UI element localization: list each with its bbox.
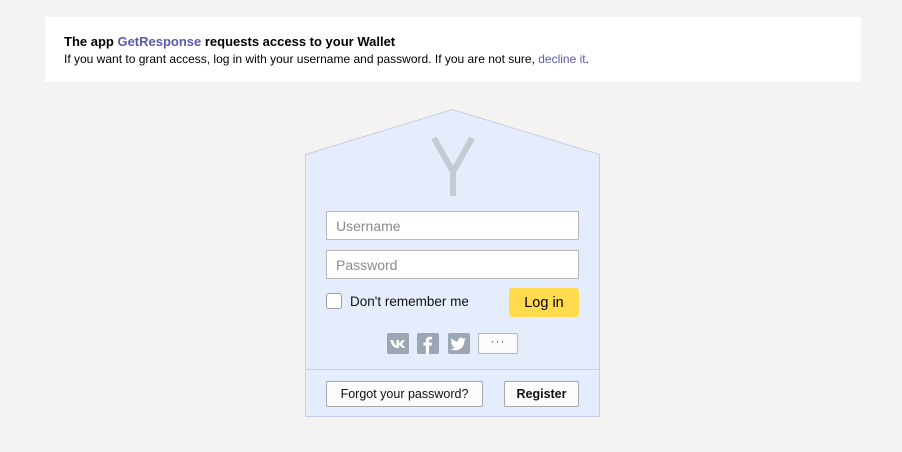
remember-me-label: Don't remember me <box>350 293 469 309</box>
forgot-password-button[interactable]: Forgot your password? <box>326 381 483 407</box>
more-social-button[interactable]: ··· <box>478 333 518 354</box>
register-button[interactable]: Register <box>504 381 579 407</box>
app-name-link[interactable]: GetResponse <box>117 34 201 49</box>
notice-text-prefix: If you want to grant access, log in with… <box>64 52 539 66</box>
remember-me-toggle[interactable]: Don't remember me <box>326 293 469 309</box>
card-divider <box>306 369 599 370</box>
notice-title-prefix: The app <box>64 34 118 49</box>
remember-me-checkbox[interactable] <box>326 293 342 309</box>
notice-title-suffix: requests access to your Wallet <box>201 34 396 49</box>
facebook-login-button[interactable] <box>417 333 439 354</box>
facebook-icon <box>417 333 439 354</box>
twitter-login-button[interactable] <box>448 333 470 354</box>
login-card: Don't remember me Log in ··· Forgot your… <box>305 109 600 417</box>
decline-link[interactable]: decline it <box>538 52 585 66</box>
username-input[interactable] <box>326 211 579 240</box>
vk-icon <box>387 333 409 354</box>
password-input[interactable] <box>326 250 579 279</box>
notice-title: The app GetResponse requests access to y… <box>64 34 842 50</box>
login-button[interactable]: Log in <box>509 288 579 317</box>
twitter-icon <box>448 333 470 354</box>
yandex-logo-icon <box>431 136 475 196</box>
notice-text-suffix: . <box>585 52 589 66</box>
access-request-notice: The app GetResponse requests access to y… <box>45 17 861 82</box>
vk-login-button[interactable] <box>387 333 409 354</box>
notice-text: If you want to grant access, log in with… <box>64 51 842 67</box>
